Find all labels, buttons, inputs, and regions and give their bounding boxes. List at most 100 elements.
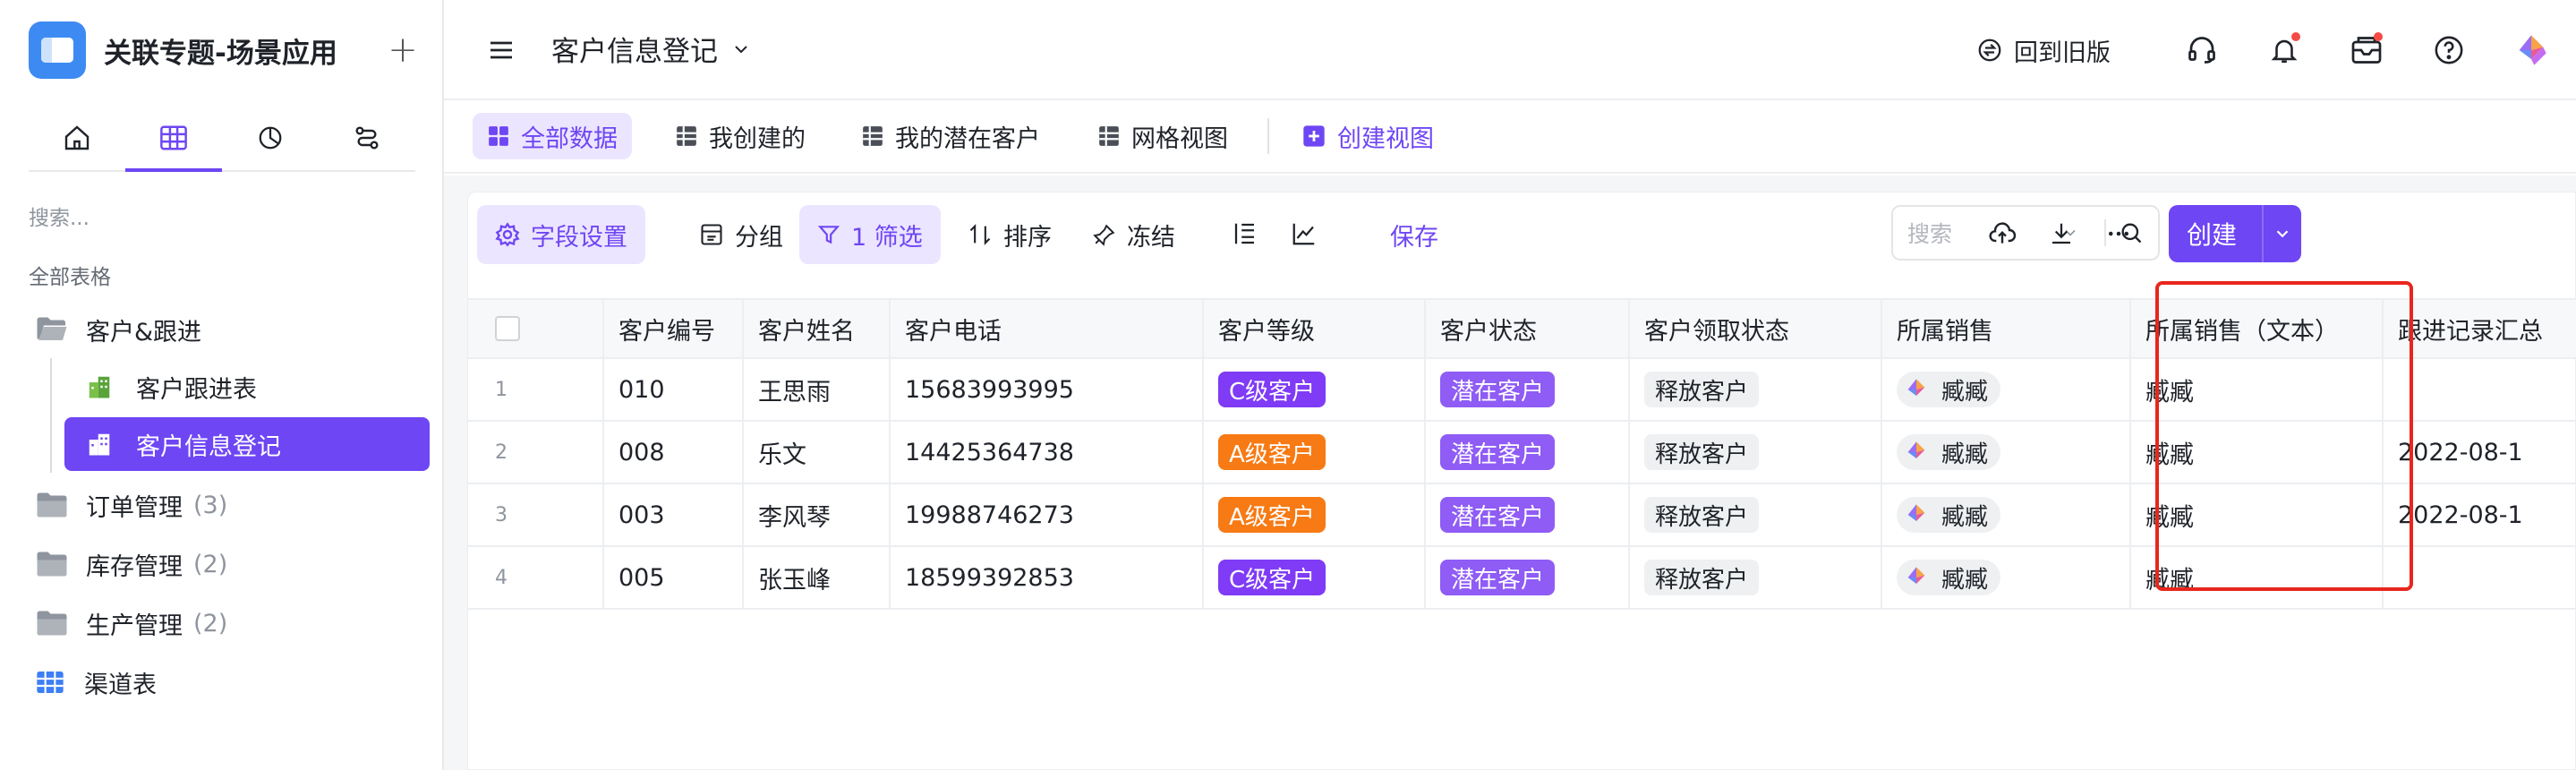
create-dropdown[interactable] bbox=[2262, 205, 2301, 262]
sort-label: 排序 bbox=[1003, 223, 1052, 252]
page-title[interactable]: 客户信息登记 bbox=[551, 29, 752, 69]
customer-id-cell[interactable]: 005 bbox=[604, 547, 744, 608]
freeze-button[interactable]: 冻结 bbox=[1075, 205, 1193, 264]
add-icon[interactable]: + bbox=[383, 30, 422, 71]
customer-id-cell[interactable]: 003 bbox=[604, 484, 744, 545]
row-index-cell[interactable]: 3 bbox=[468, 484, 604, 545]
help-icon[interactable] bbox=[2431, 32, 2467, 68]
tab-grid-view[interactable]: 网格视图 bbox=[1083, 113, 1242, 159]
menu-icon[interactable] bbox=[487, 36, 516, 64]
sort-button[interactable]: 排序 bbox=[950, 205, 1070, 264]
sidebar-search[interactable]: 搜索... bbox=[29, 201, 90, 231]
tab-tables[interactable] bbox=[125, 106, 222, 172]
pie-chart-icon bbox=[259, 126, 282, 150]
tab-workflow[interactable] bbox=[319, 106, 415, 170]
app-logo-icon bbox=[29, 21, 86, 79]
claim-status-cell[interactable]: 释放客户 bbox=[1630, 359, 1882, 420]
sidebar-item-customer-info[interactable]: 客户信息登记 bbox=[64, 417, 430, 471]
column-header[interactable]: 客户姓名 bbox=[744, 300, 891, 357]
sidebar-item-production[interactable]: 生产管理 (2) bbox=[36, 596, 227, 650]
customer-status-cell[interactable]: 潜在客户 bbox=[1426, 359, 1630, 420]
claim-status-cell[interactable]: 释放客户 bbox=[1630, 484, 1882, 545]
bell-icon[interactable] bbox=[2266, 32, 2302, 68]
customer-id: 005 bbox=[618, 563, 665, 592]
sales-name: 臧臧 bbox=[1941, 566, 1989, 594]
column-header[interactable]: 客户领取状态 bbox=[1630, 300, 1882, 357]
inbox-icon[interactable] bbox=[2349, 32, 2384, 68]
more-icon[interactable] bbox=[2101, 216, 2137, 252]
customer-phone-cell[interactable]: 14425364738 bbox=[891, 422, 1204, 483]
level-tag: A级客户 bbox=[1218, 434, 1326, 470]
sidebar-item-followup[interactable]: 客户跟进表 bbox=[86, 360, 257, 414]
column-header[interactable]: 客户电话 bbox=[891, 300, 1204, 357]
customer-phone-cell[interactable]: 15683993995 bbox=[891, 359, 1204, 420]
row-index: 3 bbox=[495, 503, 508, 526]
sales-cell[interactable]: 臧臧 bbox=[1882, 422, 2131, 483]
claim-status-cell[interactable]: 释放客户 bbox=[1630, 547, 1882, 608]
sidebar-item-inventory[interactable]: 库存管理 (2) bbox=[36, 537, 227, 591]
group-button[interactable]: 分组 bbox=[681, 205, 801, 264]
column-header[interactable]: 所属销售 bbox=[1882, 300, 2131, 357]
save-label: 保存 bbox=[1390, 223, 1438, 252]
save-button[interactable]: 保存 bbox=[1372, 205, 1456, 264]
create-view-label: 创建视图 bbox=[1337, 124, 1434, 153]
create-button[interactable]: 创建 bbox=[2169, 205, 2301, 262]
chart-icon[interactable] bbox=[1286, 216, 1322, 252]
app-title: 关联专题-场景应用 bbox=[104, 37, 337, 70]
create-view-button[interactable]: 创建视图 bbox=[1287, 113, 1448, 159]
row-index-cell[interactable]: 1 bbox=[468, 359, 604, 420]
level-tag: A级客户 bbox=[1218, 497, 1326, 533]
customer-level-cell[interactable]: C级客户 bbox=[1204, 359, 1426, 420]
customer-phone-cell[interactable]: 19988746273 bbox=[891, 484, 1204, 545]
customer-name: 张玉峰 bbox=[758, 566, 831, 595]
download-icon[interactable] bbox=[2043, 216, 2079, 252]
tab-label: 网格视图 bbox=[1131, 124, 1228, 153]
filter-button[interactable]: 1 筛选 bbox=[799, 205, 941, 264]
customer-name-cell[interactable]: 王思雨 bbox=[744, 359, 891, 420]
customer-level-cell[interactable]: A级客户 bbox=[1204, 484, 1426, 545]
customer-level-cell[interactable]: C级客户 bbox=[1204, 547, 1426, 608]
customer-phone-cell[interactable]: 18599392853 bbox=[891, 547, 1204, 608]
row-index-cell[interactable]: 2 bbox=[468, 422, 604, 483]
sales-cell[interactable]: 臧臧 bbox=[1882, 547, 2131, 608]
customer-status-cell[interactable]: 潜在客户 bbox=[1426, 422, 1630, 483]
row-index-cell[interactable]: 4 bbox=[468, 547, 604, 608]
customer-status-cell[interactable]: 潜在客户 bbox=[1426, 547, 1630, 608]
row-height-icon[interactable] bbox=[1227, 216, 1263, 252]
select-all-checkbox[interactable] bbox=[495, 316, 520, 341]
customer-status-cell[interactable]: 潜在客户 bbox=[1426, 484, 1630, 545]
folder-icon bbox=[37, 492, 67, 518]
customer-name-cell[interactable]: 乐文 bbox=[744, 422, 891, 483]
column-header[interactable]: 客户编号 bbox=[604, 300, 744, 357]
upload-icon[interactable] bbox=[1984, 216, 2020, 252]
filter-icon bbox=[817, 226, 840, 244]
sales-cell[interactable]: 臧臧 bbox=[1882, 359, 2131, 420]
avatar[interactable] bbox=[2513, 32, 2549, 68]
customer-name-cell[interactable]: 李风琴 bbox=[744, 484, 891, 545]
column-header[interactable]: 客户等级 bbox=[1204, 300, 1426, 357]
tab-dashboard[interactable] bbox=[222, 106, 319, 170]
tab-home[interactable] bbox=[29, 106, 125, 170]
sidebar-item-customer-folder[interactable]: 客户&跟进 bbox=[36, 303, 201, 356]
customer-name-cell[interactable]: 张玉峰 bbox=[744, 547, 891, 608]
field-settings-button[interactable]: 字段设置 bbox=[477, 205, 645, 264]
customer-id-cell[interactable]: 008 bbox=[604, 422, 744, 483]
tab-all-data[interactable]: 全部数据 bbox=[473, 113, 632, 159]
tab-my-potential-customers[interactable]: 我的潜在客户 bbox=[847, 113, 1054, 159]
customer-id-cell[interactable]: 010 bbox=[604, 359, 744, 420]
pin-icon bbox=[1093, 224, 1115, 246]
sales-cell[interactable]: 臧臧 bbox=[1882, 484, 2131, 545]
sidebar-item-channels[interactable]: 渠道表 bbox=[36, 655, 157, 709]
plus-square-icon bbox=[1303, 125, 1325, 147]
headset-icon[interactable] bbox=[2184, 32, 2220, 68]
claim-status-cell[interactable]: 释放客户 bbox=[1630, 422, 1882, 483]
tab-my-created[interactable]: 我创建的 bbox=[661, 113, 820, 159]
sidebar-section-label: 全部表格 bbox=[29, 266, 111, 289]
tab-divider bbox=[1267, 118, 1269, 154]
old-version-button[interactable]: 回到旧版 bbox=[1976, 33, 2111, 68]
sidebar-item-label: 库存管理 bbox=[86, 552, 183, 581]
customer-level-cell[interactable]: A级客户 bbox=[1204, 422, 1426, 483]
notification-dot bbox=[2374, 32, 2383, 41]
column-header[interactable]: 客户状态 bbox=[1426, 300, 1630, 357]
sidebar-item-orders[interactable]: 订单管理 (3) bbox=[36, 478, 227, 532]
